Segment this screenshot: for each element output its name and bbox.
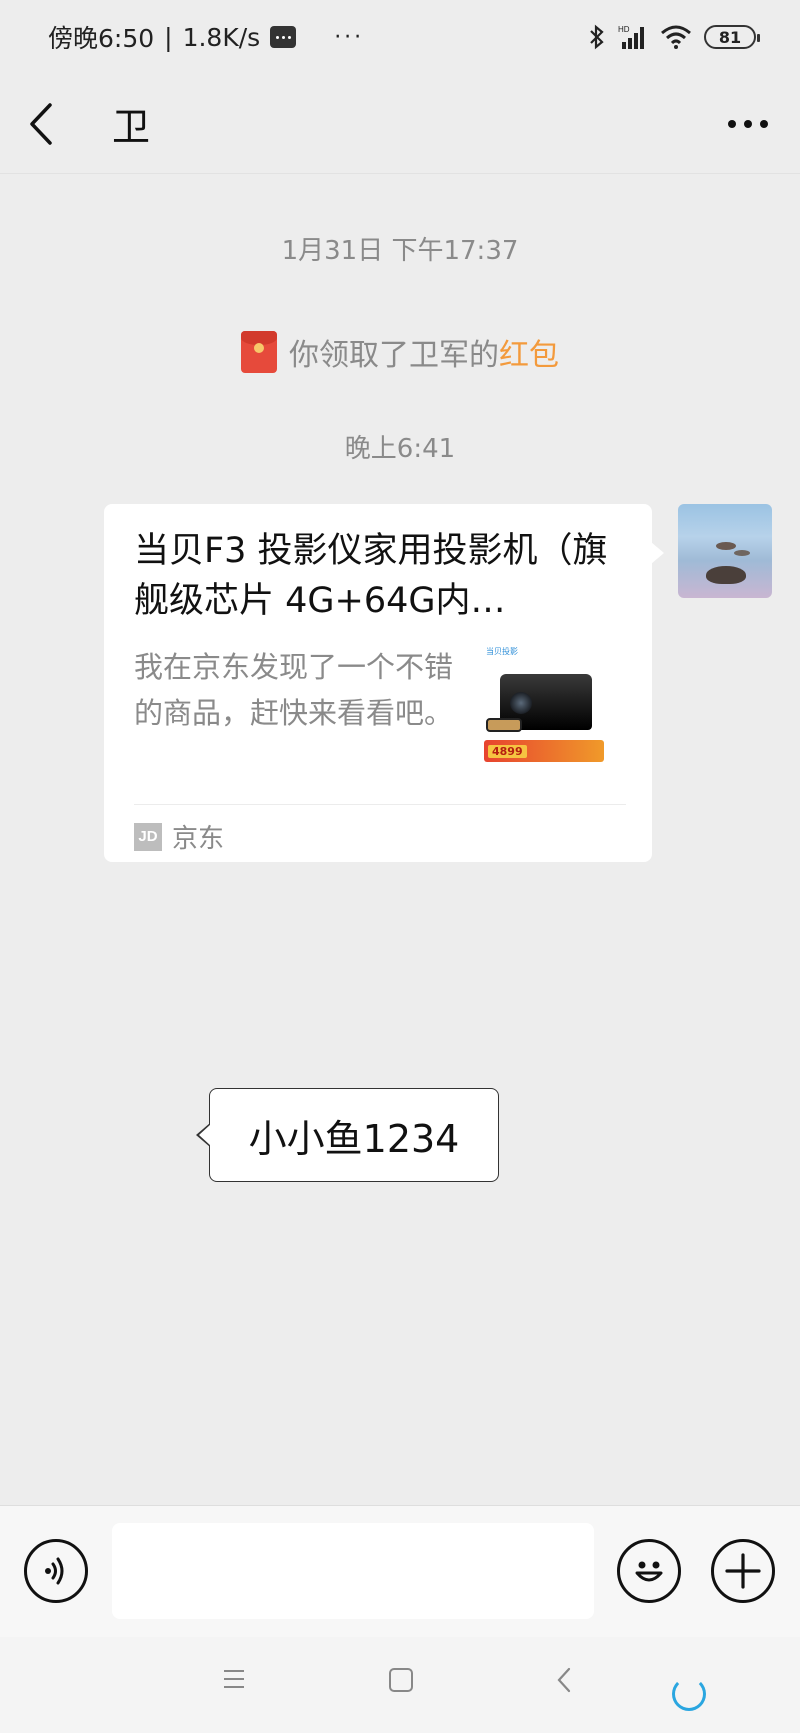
status-more-indicator: ···	[334, 24, 365, 50]
network-speed: 1.8K/s	[182, 22, 261, 52]
bluetooth-icon	[590, 24, 604, 50]
assistant-icon	[672, 1677, 706, 1711]
battery-indicator: 81	[704, 25, 760, 49]
link-card-source-name: 京东	[172, 824, 225, 854]
more-dots-icon	[728, 119, 736, 128]
status-right: HD 81	[588, 24, 760, 50]
home-square-icon	[389, 1668, 413, 1692]
signal-hd-label: HD	[618, 25, 630, 34]
link-card-body: 我在京东发现了一个不错的商品，赶快来看看吧。 当贝投影 4899	[134, 644, 624, 774]
back-button[interactable]	[28, 94, 68, 154]
link-card-source: JD 京东	[134, 818, 224, 855]
emoji-button[interactable]	[617, 1539, 681, 1603]
jd-logo-icon: JD	[134, 822, 162, 851]
redpacket-link[interactable]: 红包	[499, 338, 559, 373]
cellular-signal-icon: HD	[618, 25, 644, 49]
3d-glasses-image	[486, 718, 522, 732]
redpacket-icon	[241, 331, 277, 373]
product-thumbnail: 当贝投影 4899	[480, 644, 608, 772]
plus-icon	[725, 1553, 761, 1589]
link-card-divider	[134, 804, 626, 805]
status-time: 傍晚6:50	[48, 24, 155, 53]
voice-button[interactable]	[24, 1539, 88, 1603]
chevron-left-icon	[30, 102, 52, 145]
more-functions-button[interactable]	[711, 1539, 775, 1603]
more-options-button[interactable]	[724, 108, 772, 140]
system-navigation-bar	[0, 1637, 800, 1733]
menu-icon	[224, 1670, 244, 1688]
wifi-icon	[661, 25, 691, 49]
back-arrow-icon	[557, 1667, 571, 1693]
link-card-description: 我在京东发现了一个不错的商品，赶快来看看吧。	[134, 650, 454, 730]
message-input[interactable]	[112, 1523, 594, 1619]
redpacket-notice: 你领取了卫军的红包	[0, 330, 800, 374]
voice-icon	[45, 1557, 64, 1585]
chat-title: 卫	[112, 105, 151, 149]
chat-input-bar	[0, 1505, 800, 1637]
system-back-button[interactable]	[556, 1667, 572, 1697]
avatar[interactable]	[678, 504, 772, 598]
status-left: 傍晚6:50 | 1.8K/s ···	[48, 19, 364, 55]
message-notification-icon	[270, 26, 297, 48]
recent-apps-button[interactable]	[222, 1667, 246, 1695]
chat-header: 卫	[0, 74, 800, 174]
home-button[interactable]	[388, 1667, 414, 1697]
thumbnail-brand: 当贝投影	[486, 647, 518, 656]
shared-link-card[interactable]: 当贝F3 投影仪家用投影机（旗舰级芯片 4G+64G内… 我在京东发现了一个不错…	[104, 504, 664, 862]
timestamp-1: 1月31日 下午17:37	[281, 236, 519, 266]
emoji-icon	[635, 1561, 663, 1582]
thumbnail-price-banner: 4899	[484, 740, 604, 762]
timestamp-2: 晚上6:41	[344, 434, 456, 464]
redpacket-notice-text: 你领取了卫军的	[289, 338, 499, 373]
link-card-title: 当贝F3 投影仪家用投影机（旗舰级芯片 4G+64G内…	[134, 531, 608, 621]
status-bar: 傍晚6:50 | 1.8K/s ··· HD 81	[0, 0, 800, 74]
status-separator: |	[164, 22, 173, 52]
thumbnail-price: 4899	[488, 744, 527, 758]
text-message-bubble[interactable]: 小小鱼1234	[196, 1088, 499, 1182]
